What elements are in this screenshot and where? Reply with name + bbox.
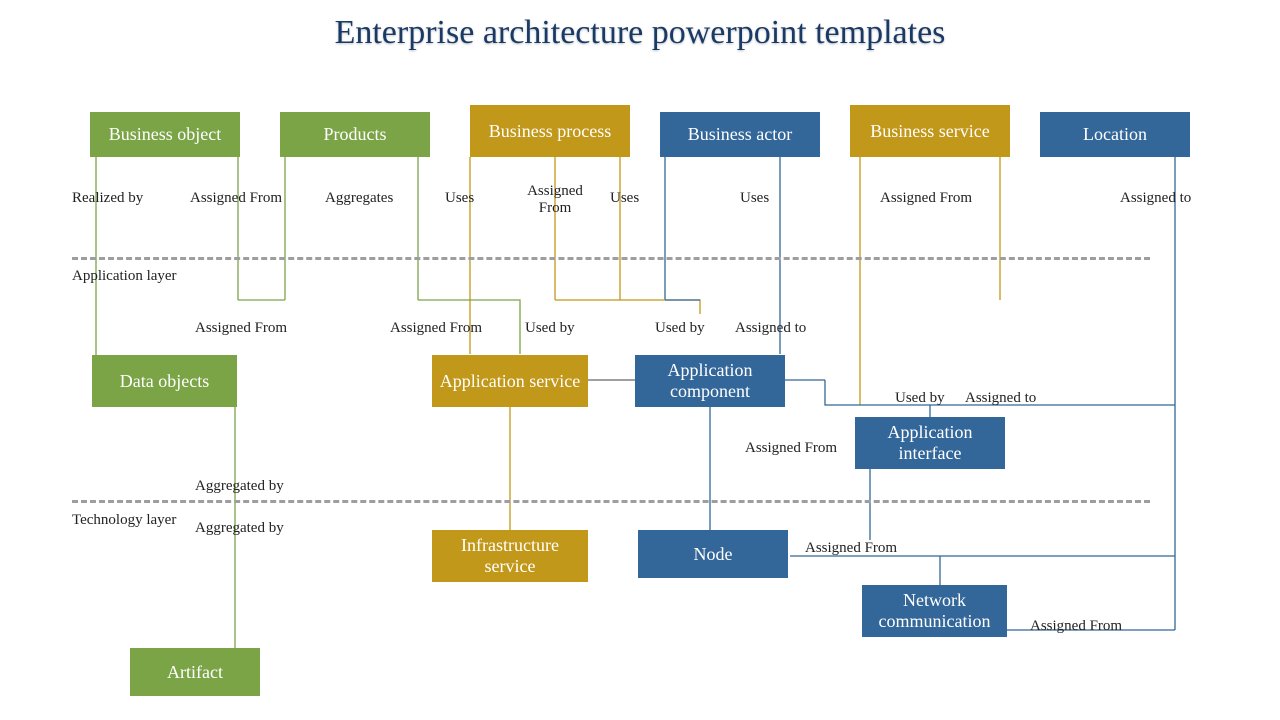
lbl-assigned-from-7: Assigned From xyxy=(805,540,897,557)
lbl-aggregates: Aggregates xyxy=(325,190,393,207)
box-business-object[interactable]: Business object xyxy=(90,112,240,157)
lbl-uses-1: Uses xyxy=(445,190,474,207)
lbl-used-by-2: Used by xyxy=(655,320,705,337)
slide-title: Enterprise architecture powerpoint templ… xyxy=(0,14,1280,52)
lbl-assigned-from-6: Assigned From xyxy=(745,440,837,457)
diagram-stage: Enterprise architecture powerpoint templ… xyxy=(0,0,1280,720)
lbl-assigned-to-1: Assigned to xyxy=(1120,190,1191,207)
box-application-component[interactable]: Application component xyxy=(635,355,785,407)
box-business-actor[interactable]: Business actor xyxy=(660,112,820,157)
lbl-uses-2: Uses xyxy=(610,190,639,207)
lbl-assigned-from-1: Assigned From xyxy=(190,190,282,207)
box-application-interface[interactable]: Application interface xyxy=(855,417,1005,469)
lbl-assigned-to-3: Assigned to xyxy=(965,390,1036,407)
lbl-realized-by: Realized by xyxy=(72,190,143,207)
box-business-service[interactable]: Business service xyxy=(850,105,1010,157)
box-business-process[interactable]: Business process xyxy=(470,105,630,157)
box-node[interactable]: Node xyxy=(638,530,788,578)
divider-app-layer xyxy=(72,257,1150,260)
box-data-objects[interactable]: Data objects xyxy=(92,355,237,407)
lbl-assigned-from-4: Assigned From xyxy=(195,320,287,337)
lbl-aggregated-by-1: Aggregated by xyxy=(195,478,284,495)
lbl-aggregated-by-2: Aggregated by xyxy=(195,520,284,537)
lbl-assigned-from-3: Assigned From xyxy=(880,190,972,207)
box-products[interactable]: Products xyxy=(280,112,430,157)
layer-label-technology: Technology layer xyxy=(72,512,182,529)
lbl-used-by-1: Used by xyxy=(525,320,575,337)
lbl-used-by-3: Used by xyxy=(895,390,945,407)
box-artifact[interactable]: Artifact xyxy=(130,648,260,696)
lbl-assigned-from-8: Assigned From xyxy=(1030,618,1122,635)
lbl-uses-3: Uses xyxy=(740,190,769,207)
box-application-service[interactable]: Application service xyxy=(432,355,588,407)
lbl-assigned-from-2: Assigned From xyxy=(510,183,600,217)
lbl-assigned-from-5: Assigned From xyxy=(390,320,482,337)
divider-tech-layer xyxy=(72,500,1150,503)
box-infrastructure-service[interactable]: Infrastructure service xyxy=(432,530,588,582)
layer-label-application: Application layer xyxy=(72,268,182,285)
box-network-communication[interactable]: Network communication xyxy=(862,585,1007,637)
box-location[interactable]: Location xyxy=(1040,112,1190,157)
lbl-assigned-to-2: Assigned to xyxy=(735,320,806,337)
